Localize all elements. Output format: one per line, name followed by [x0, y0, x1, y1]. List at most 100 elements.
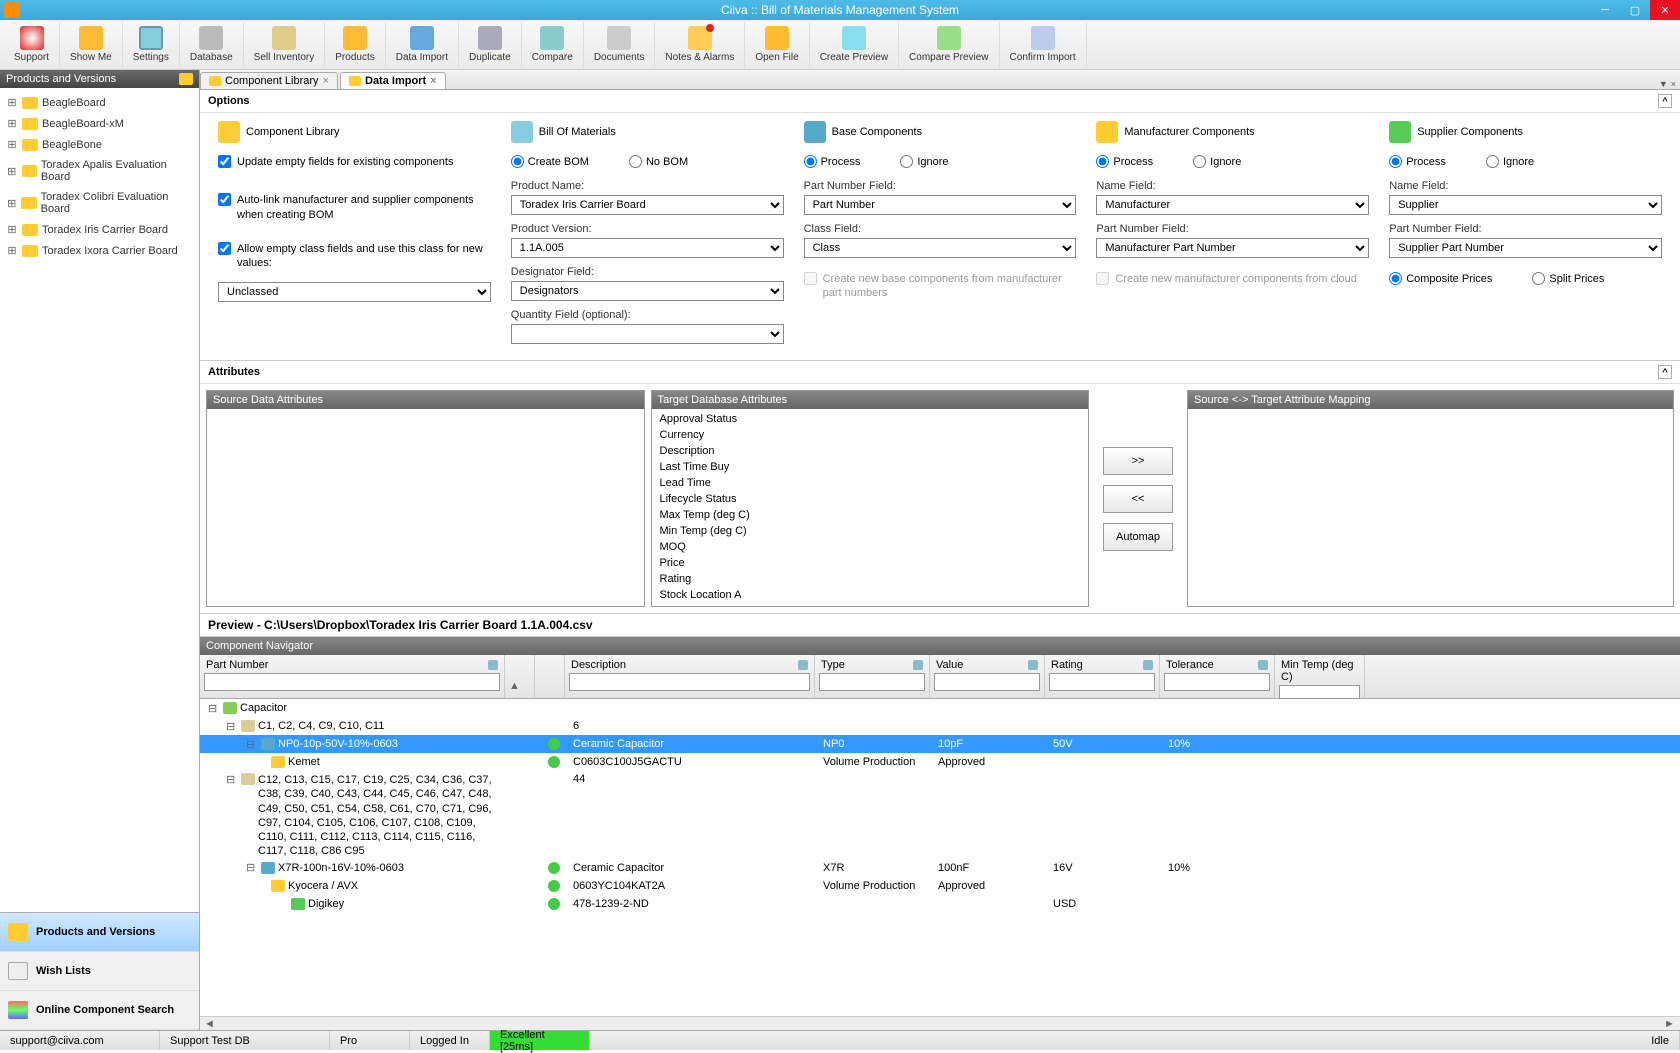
close-button[interactable]: ✕ [1650, 0, 1680, 20]
mfr-process-radio[interactable] [1096, 155, 1109, 168]
description-filter-input[interactable] [569, 673, 810, 691]
tree-item[interactable]: ⊞Toradex Apalis Evaluation Board [2, 155, 197, 187]
mfr-partnumber-select[interactable]: Manufacturer Part Number [1096, 238, 1369, 258]
close-tab-icon[interactable]: × [430, 75, 436, 87]
expand-icon[interactable]: ⊞ [6, 197, 17, 210]
dropdown-icon[interactable]: ▼ [1659, 79, 1668, 89]
mfr-ignore-radio[interactable] [1193, 155, 1206, 168]
tree-item[interactable]: ⊞Toradex Iris Carrier Board [2, 219, 197, 240]
create-bom-radio[interactable] [511, 155, 524, 168]
sell-inventory-button[interactable]: Sell Inventory [244, 22, 326, 67]
table-row[interactable]: ⊟C1, C2, C4, C9, C10, C11 6 [200, 717, 1680, 735]
table-row[interactable]: ⊟X7R-100n-16V-10%-0603 Ceramic Capacitor… [200, 859, 1680, 877]
base-partnumber-select[interactable]: Part Number [804, 195, 1077, 215]
map-button[interactable]: >> [1103, 447, 1173, 475]
tree-item[interactable]: ⊞BeagleBoard [2, 92, 197, 113]
open-file-button[interactable]: Open File [745, 22, 809, 67]
source-attributes-list[interactable] [207, 409, 644, 606]
sup-ignore-radio[interactable] [1486, 155, 1499, 168]
expand-icon[interactable]: ⊞ [6, 244, 18, 257]
base-process-radio[interactable] [804, 155, 817, 168]
attribute-item[interactable]: Last Time Buy [654, 459, 1087, 475]
mfr-name-select[interactable]: Manufacturer [1096, 195, 1369, 215]
tree-item[interactable]: ⊞BeagleBone [2, 134, 197, 155]
base-class-select[interactable]: Class [804, 238, 1077, 258]
table-row[interactable]: Digikey 478-1239-2-ND USD [200, 895, 1680, 913]
type-filter-input[interactable] [819, 673, 925, 691]
tree-item[interactable]: ⊞Toradex Colibri Evaluation Board [2, 187, 197, 219]
documents-button[interactable]: Documents [584, 22, 656, 67]
mapping-list[interactable] [1188, 409, 1673, 606]
attribute-item[interactable]: Currency [654, 427, 1087, 443]
designator-select[interactable]: Designators [511, 281, 784, 301]
tree-item[interactable]: ⊞Toradex Ixora Carrier Board [2, 240, 197, 261]
support-button[interactable]: Support [4, 22, 60, 67]
table-row-selected[interactable]: ⊟NP0-10p-50V-10%-0603 Ceramic Capacitor … [200, 735, 1680, 753]
expand-icon[interactable]: ⊞ [6, 96, 18, 109]
attribute-item[interactable]: Price [654, 555, 1087, 571]
expand-icon[interactable]: ⊞ [6, 138, 18, 151]
expand-icon[interactable]: ⊞ [6, 165, 18, 178]
horizontal-scrollbar[interactable]: ◄► [200, 1016, 1680, 1030]
filter-icon[interactable] [488, 660, 498, 670]
preview-grid[interactable]: ⊟Capacitor ⊟C1, C2, C4, C9, C10, C11 6 ⊟… [200, 699, 1680, 1016]
expand-icon[interactable]: ⊞ [6, 223, 18, 236]
data-import-button[interactable]: Data Import [386, 22, 459, 67]
table-row[interactable]: ⊟Capacitor [200, 699, 1680, 717]
allow-empty-checkbox[interactable] [218, 242, 231, 255]
sup-process-radio[interactable] [1389, 155, 1402, 168]
table-row[interactable]: Kyocera / AVX 0603YC104KAT2A Volume Prod… [200, 877, 1680, 895]
close-all-icon[interactable]: × [1671, 79, 1676, 89]
class-select[interactable]: Unclassed [218, 282, 491, 302]
partnumber-filter-input[interactable] [204, 673, 500, 691]
value-filter-input[interactable] [934, 673, 1040, 691]
quantity-select[interactable] [511, 324, 784, 344]
attribute-item[interactable]: Description [654, 443, 1087, 459]
base-createnew-checkbox[interactable] [804, 272, 817, 285]
sidebar-nav-item[interactable]: Products and Versions [0, 913, 199, 952]
product-version-select[interactable]: 1.1A.005 [511, 238, 784, 258]
target-attributes-list[interactable]: Approval StatusCurrencyDescriptionLast T… [652, 409, 1089, 606]
no-bom-radio[interactable] [629, 155, 642, 168]
products-button[interactable]: Products [325, 22, 385, 67]
tab-data-import[interactable]: Data Import× [340, 72, 446, 89]
collapse-options-button[interactable]: ^ [1658, 94, 1672, 108]
settings-button[interactable]: Settings [123, 22, 180, 67]
filter-icon[interactable] [1258, 660, 1268, 670]
minimize-button[interactable]: ─ [1590, 0, 1620, 20]
rating-filter-input[interactable] [1049, 673, 1155, 691]
base-ignore-radio[interactable] [900, 155, 913, 168]
sidebar-nav-item[interactable]: Online Component Search [0, 991, 199, 1030]
show-me-button[interactable]: Show Me [60, 22, 123, 67]
maximize-button[interactable]: ▢ [1620, 0, 1650, 20]
attribute-item[interactable]: Stock Location B [654, 603, 1087, 606]
filter-icon[interactable] [913, 660, 923, 670]
composite-prices-radio[interactable] [1389, 272, 1402, 285]
attribute-item[interactable]: MOQ [654, 539, 1087, 555]
tree-item[interactable]: ⊞BeagleBoard-xM [2, 113, 197, 134]
tab-component-library[interactable]: Component Library× [200, 72, 338, 89]
sup-name-select[interactable]: Supplier [1389, 195, 1662, 215]
filter-icon[interactable] [1028, 660, 1038, 670]
attribute-item[interactable]: Min Temp (deg C) [654, 523, 1087, 539]
split-prices-radio[interactable] [1532, 272, 1545, 285]
product-name-select[interactable]: Toradex Iris Carrier Board [511, 195, 784, 215]
attribute-item[interactable]: Rating [654, 571, 1087, 587]
attribute-item[interactable]: Lifecycle Status [654, 491, 1087, 507]
attribute-item[interactable]: Max Temp (deg C) [654, 507, 1087, 523]
auto-link-checkbox[interactable] [218, 193, 231, 206]
collapse-attributes-button[interactable]: ^ [1658, 365, 1672, 379]
duplicate-button[interactable]: Duplicate [459, 22, 522, 67]
create-preview-button[interactable]: Create Preview [810, 22, 899, 67]
mintemp-filter-input[interactable] [1279, 685, 1360, 699]
update-empty-checkbox[interactable] [218, 155, 231, 168]
attribute-item[interactable]: Lead Time [654, 475, 1087, 491]
close-tab-icon[interactable]: × [323, 75, 329, 87]
notes-alarms-button[interactable]: Notes & Alarms [655, 22, 745, 67]
attribute-item[interactable]: Stock Location A [654, 587, 1087, 603]
database-button[interactable]: Database [180, 22, 244, 67]
table-row[interactable]: ⊟C12, C13, C15, C17, C19, C25, C34, C36,… [200, 771, 1680, 859]
filter-icon[interactable] [798, 660, 808, 670]
filter-icon[interactable] [1143, 660, 1153, 670]
confirm-import-button[interactable]: Confirm Import [1000, 22, 1087, 67]
